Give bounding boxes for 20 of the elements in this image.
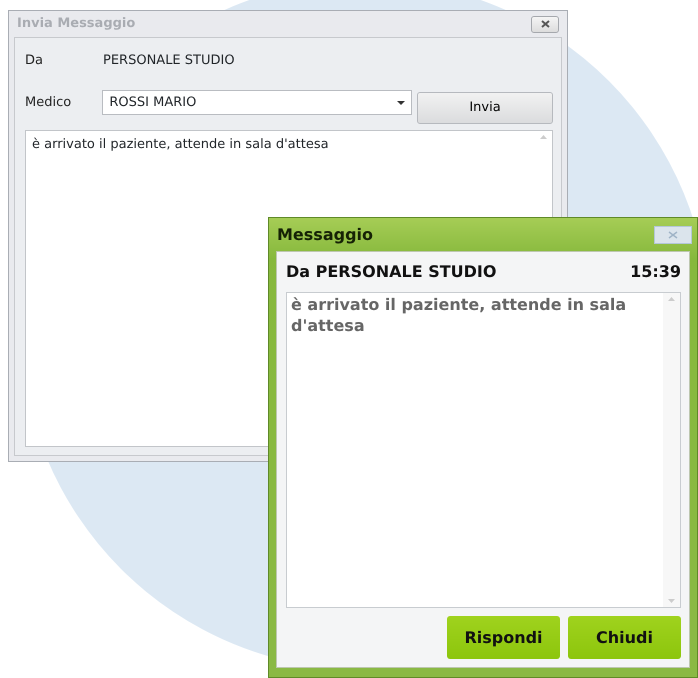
close-icon [668, 230, 678, 238]
message-field: è arrivato il paziente, attende in sala d'attesa [286, 292, 681, 608]
from-label: Da [25, 52, 44, 70]
sender-label: Da PERSONALE STUDIO [286, 261, 496, 283]
window-title: Messaggio [277, 224, 373, 246]
scroll-down-icon[interactable] [668, 599, 675, 603]
doctor-label: Medico [25, 94, 72, 112]
message-time: 15:39 [630, 261, 681, 283]
caret-icon [396, 100, 405, 104]
doctor-dropdown[interactable]: ROSSI MARIO [102, 90, 412, 115]
close-button[interactable] [531, 16, 559, 32]
scrollbar[interactable] [663, 293, 680, 607]
close-icon [540, 20, 550, 28]
from-value: PERSONALE STUDIO [103, 52, 235, 70]
window-title: Invia Messaggio [17, 15, 136, 34]
scroll-up-icon[interactable] [540, 135, 547, 139]
dialog-button[interactable]: Chiudi [568, 616, 681, 659]
dialog-button[interactable]: Rispondi [447, 616, 560, 659]
scroll-up-icon[interactable] [668, 297, 675, 301]
send-button[interactable]: Invia [416, 92, 553, 124]
